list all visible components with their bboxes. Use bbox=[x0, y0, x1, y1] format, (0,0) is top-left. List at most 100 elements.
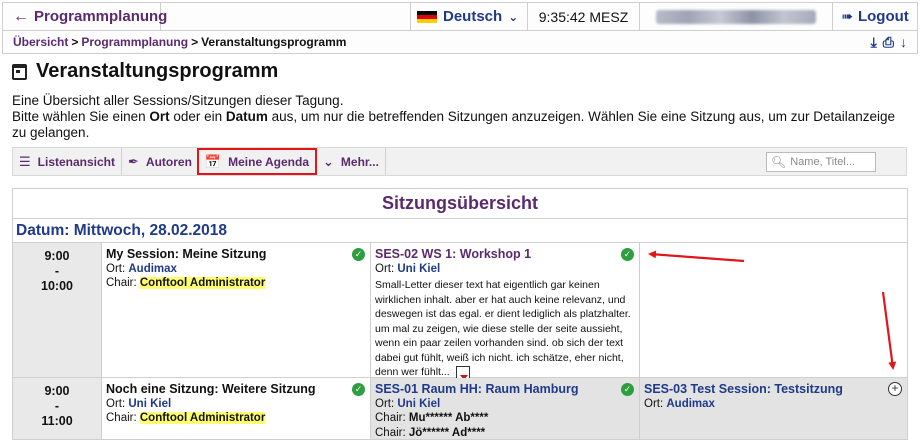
my-agenda-label: Meine Agenda bbox=[228, 154, 310, 169]
authors-label: Autoren bbox=[145, 154, 192, 169]
expand-abstract-icon[interactable] bbox=[455, 365, 470, 380]
page-title: Veranstaltungsprogramm bbox=[36, 60, 279, 82]
session-cell-my-session[interactable]: My Session: Meine Sitzung Ort: Audimax C… bbox=[102, 243, 371, 377]
pen-icon: ✒ bbox=[128, 153, 139, 169]
time-cell: 9:00 - 10:00 bbox=[13, 243, 102, 377]
session-cell-weitere-sitzung[interactable]: Noch eine Sitzung: Weitere Sitzung Ort: … bbox=[102, 378, 371, 439]
breadcrumb-separator: > bbox=[71, 35, 79, 49]
intro-text-part: Bitte wählen Sie einen bbox=[12, 109, 150, 124]
back-link-label: Programmplanung bbox=[34, 8, 168, 25]
authors-button[interactable]: ✒ Autoren bbox=[122, 148, 199, 175]
page-actions: ⤓ ⎙ ↓ bbox=[871, 34, 907, 51]
page-heading: Veranstaltungsprogramm bbox=[12, 60, 278, 83]
arrow-left-icon: ← bbox=[13, 7, 29, 25]
session-location: Ort: Audimax bbox=[644, 397, 903, 412]
print-icon[interactable]: ⎙ bbox=[883, 34, 894, 51]
session-overview: Sitzungsübersicht Datum: Mittwoch, 28.02… bbox=[12, 188, 908, 440]
abstract-text: Small-Letter dieser text hat eigentlich … bbox=[375, 279, 631, 378]
session-location: Ort: Audimax bbox=[106, 262, 366, 277]
calendar-star-icon: 📅 bbox=[204, 153, 222, 169]
session-title[interactable]: My Session: Meine Sitzung bbox=[106, 247, 366, 262]
session-title[interactable]: SES-01 Raum HH: Raum Hamburg bbox=[375, 382, 635, 397]
chair-value: Jö****** Ad**** bbox=[408, 426, 486, 439]
time-end: 10:00 bbox=[41, 279, 73, 293]
session-location: Ort: Uni Kiel bbox=[106, 397, 366, 412]
session-abstract: Small-Letter dieser text hat eigentlich … bbox=[375, 278, 633, 380]
ort-label: Ort: bbox=[106, 262, 129, 275]
intro-ort-bold: Ort bbox=[149, 109, 170, 124]
ort-label: Ort: bbox=[644, 397, 667, 410]
clock-display: 9:35:42 MESZ bbox=[528, 3, 640, 30]
download-icon[interactable]: ⤓ bbox=[871, 34, 877, 51]
check-circle-icon[interactable]: ✓ bbox=[352, 248, 365, 261]
search-icon: 🔍︎ bbox=[771, 154, 787, 169]
ort-label: Ort: bbox=[106, 397, 129, 410]
list-view-label: Listenansicht bbox=[37, 154, 116, 169]
ort-value[interactable]: Audimax bbox=[666, 398, 715, 410]
session-chair: Chair: Conftool Administrator bbox=[106, 411, 366, 426]
ort-value[interactable]: Uni Kiel bbox=[128, 398, 171, 410]
overview-title: Sitzungsübersicht bbox=[13, 189, 907, 219]
session-title[interactable]: Noch eine Sitzung: Weitere Sitzung bbox=[106, 382, 366, 397]
calendar-icon bbox=[12, 63, 27, 80]
ort-label: Ort: bbox=[375, 397, 398, 410]
time-text: 9:35:42 MESZ bbox=[538, 8, 629, 25]
ort-value[interactable]: Uni Kiel bbox=[397, 263, 440, 275]
session-title[interactable]: SES-02 WS 1: Workshop 1 bbox=[375, 247, 635, 262]
chair-value-highlighted: Conftool Administrator bbox=[139, 277, 266, 289]
breadcrumb-item-uebersicht[interactable]: Übersicht bbox=[13, 35, 68, 49]
session-cell-raum-hamburg[interactable]: SES-01 Raum HH: Raum Hamburg Ort: Uni Ki… bbox=[371, 378, 640, 439]
session-cell-workshop-1[interactable]: SES-02 WS 1: Workshop 1 Ort: Uni Kiel Sm… bbox=[371, 243, 640, 380]
empty-session-cell bbox=[640, 243, 907, 377]
blurred-username bbox=[656, 9, 816, 24]
logout-button[interactable]: ➠ Logout bbox=[833, 3, 917, 30]
breadcrumb-item-programmplanung[interactable]: Programmplanung bbox=[81, 35, 188, 49]
scroll-down-icon[interactable]: ↓ bbox=[900, 34, 907, 51]
session-title[interactable]: SES-03 Test Session: Testsitzung bbox=[644, 382, 903, 397]
user-name-redacted bbox=[640, 3, 833, 30]
session-location: Ort: Uni Kiel bbox=[375, 262, 635, 277]
chair-label: Chair: bbox=[375, 412, 409, 424]
session-cell-testsitzung[interactable]: SES-03 Test Session: Testsitzung Ort: Au… bbox=[640, 378, 907, 439]
time-dash: - bbox=[54, 264, 60, 278]
time-end: 11:00 bbox=[41, 414, 73, 428]
time-dash: - bbox=[54, 399, 60, 413]
language-selector[interactable]: Deutsch ⌄ bbox=[411, 3, 528, 30]
intro-text: Eine Übersicht aller Sessions/Sitzungen … bbox=[12, 93, 902, 141]
chair-value-highlighted: Conftool Administrator bbox=[139, 412, 266, 424]
more-menu-button[interactable]: ⌄ Mehr... bbox=[317, 148, 386, 175]
my-agenda-button[interactable]: 📅 Meine Agenda bbox=[196, 148, 318, 175]
session-chair: Chair: Conftool Administrator bbox=[106, 276, 366, 291]
add-to-agenda-icon[interactable]: + bbox=[888, 382, 902, 396]
ort-label: Ort: bbox=[375, 262, 398, 275]
language-label: Deutsch bbox=[443, 8, 503, 25]
session-location: Ort: Uni Kiel bbox=[375, 397, 635, 412]
breadcrumb-separator: > bbox=[191, 35, 199, 49]
chevron-down-icon: ⌄ bbox=[508, 9, 519, 24]
time-start: 9:00 bbox=[44, 384, 70, 398]
logout-label: Logout bbox=[857, 8, 909, 25]
check-circle-icon[interactable]: ✓ bbox=[621, 248, 634, 261]
breadcrumb: Übersicht > Programmplanung > Veranstalt… bbox=[2, 31, 918, 54]
ort-value[interactable]: Uni Kiel bbox=[397, 398, 440, 410]
time-slot-row: 9:00 - 11:00 Noch eine Sitzung: Weitere … bbox=[13, 378, 907, 439]
list-view-button[interactable]: ☰ Listenansicht bbox=[13, 148, 123, 175]
chair-value: Mu****** Ab**** bbox=[408, 412, 489, 424]
ort-value[interactable]: Audimax bbox=[128, 263, 177, 275]
breadcrumb-current: Veranstaltungsprogramm bbox=[201, 35, 347, 49]
check-circle-icon[interactable]: ✓ bbox=[352, 383, 365, 396]
more-label: Mehr... bbox=[340, 154, 379, 169]
chair-label: Chair: bbox=[375, 426, 409, 439]
top-bar-spacer bbox=[161, 3, 411, 30]
session-chair: Chair: Mu****** Ab**** bbox=[375, 411, 635, 426]
search-placeholder: Name, Titel... bbox=[790, 155, 856, 168]
intro-line-2: Bitte wählen Sie einen Ort oder ein Datu… bbox=[12, 109, 902, 141]
top-bar: ← Programmplanung Deutsch ⌄ 9:35:42 MESZ… bbox=[2, 2, 918, 31]
intro-line-1: Eine Übersicht aller Sessions/Sitzungen … bbox=[12, 93, 344, 108]
search-input[interactable]: 🔍︎ Name, Titel... bbox=[766, 151, 876, 172]
logout-icon: ➠ bbox=[841, 8, 853, 24]
intro-datum-bold: Datum bbox=[225, 109, 268, 124]
session-chair: Chair: Jö****** Ad**** bbox=[375, 426, 635, 440]
back-to-programmplanung-link[interactable]: ← Programmplanung bbox=[3, 3, 167, 30]
check-circle-icon[interactable]: ✓ bbox=[621, 383, 634, 396]
